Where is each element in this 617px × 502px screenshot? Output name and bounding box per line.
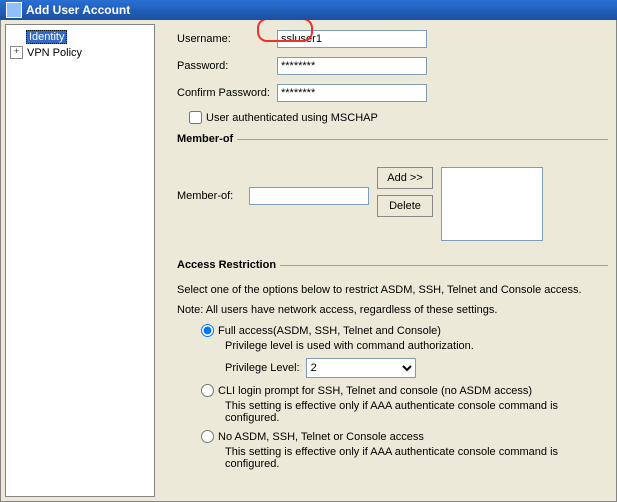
nav-tree: Identity + VPN Policy [5, 24, 155, 497]
member-of-label: Member-of: [177, 190, 249, 202]
mschap-checkbox[interactable] [189, 111, 202, 124]
label-no-access: No ASDM, SSH, Telnet or Console access [218, 431, 424, 443]
app-icon [6, 2, 22, 18]
tree-label-vpn-policy: VPN Policy [27, 47, 82, 59]
client-area: Identity + VPN Policy Username: Password… [0, 20, 617, 502]
tree-label-identity: Identity [26, 30, 67, 44]
confirm-password-input[interactable] [277, 84, 427, 102]
row-opt-full-access: Full access(ASDM, SSH, Telnet and Consol… [201, 324, 608, 337]
access-desc2: Note: All users have network access, reg… [177, 304, 608, 316]
username-label: Username: [177, 33, 277, 45]
form-pane: Username: Password: Confirm Password: Us… [159, 20, 616, 501]
row-username: Username: [177, 30, 608, 48]
label-cli-login: CLI login prompt for SSH, Telnet and con… [218, 385, 532, 397]
row-opt-none: No ASDM, SSH, Telnet or Console access [201, 430, 608, 443]
privilege-level-select[interactable]: 2 [306, 358, 416, 378]
titlebar: Add User Account [0, 0, 617, 20]
member-of-group: Member-of Member-of: Add >> Delete [177, 133, 608, 245]
access-restriction-group: Access Restriction Select one of the opt… [177, 259, 608, 480]
privilege-level-label: Privilege Level: [225, 362, 300, 374]
row-password: Password: [177, 57, 608, 75]
radio-full-access[interactable] [201, 324, 214, 337]
row-opt-cli: CLI login prompt for SSH, Telnet and con… [201, 384, 608, 397]
tree-item-vpn-policy[interactable]: + VPN Policy [8, 45, 152, 60]
window-title: Add User Account [26, 0, 130, 20]
username-input[interactable] [277, 30, 427, 48]
radio-no-access[interactable] [201, 430, 214, 443]
mschap-label: User authenticated using MSCHAP [206, 112, 378, 124]
radio-cli-login[interactable] [201, 384, 214, 397]
label-full-access: Full access(ASDM, SSH, Telnet and Consol… [218, 325, 441, 337]
access-restriction-legend: Access Restriction [177, 259, 280, 271]
expand-icon[interactable]: + [10, 46, 23, 59]
no-access-note: This setting is effective only if AAA au… [225, 446, 608, 470]
member-of-input[interactable] [249, 187, 369, 205]
full-access-note: Privilege level is used with command aut… [225, 340, 608, 352]
delete-button[interactable]: Delete [377, 195, 433, 217]
confirm-password-label: Confirm Password: [177, 87, 277, 99]
cli-login-note: This setting is effective only if AAA au… [225, 400, 608, 424]
member-of-legend: Member-of [177, 133, 237, 145]
add-button[interactable]: Add >> [377, 167, 433, 189]
row-mschap: User authenticated using MSCHAP [189, 111, 608, 124]
member-of-listbox[interactable] [441, 167, 543, 241]
access-desc1: Select one of the options below to restr… [177, 284, 608, 296]
row-confirm-password: Confirm Password: [177, 84, 608, 102]
password-label: Password: [177, 60, 277, 72]
tree-item-identity[interactable]: Identity [8, 29, 152, 45]
password-input[interactable] [277, 57, 427, 75]
